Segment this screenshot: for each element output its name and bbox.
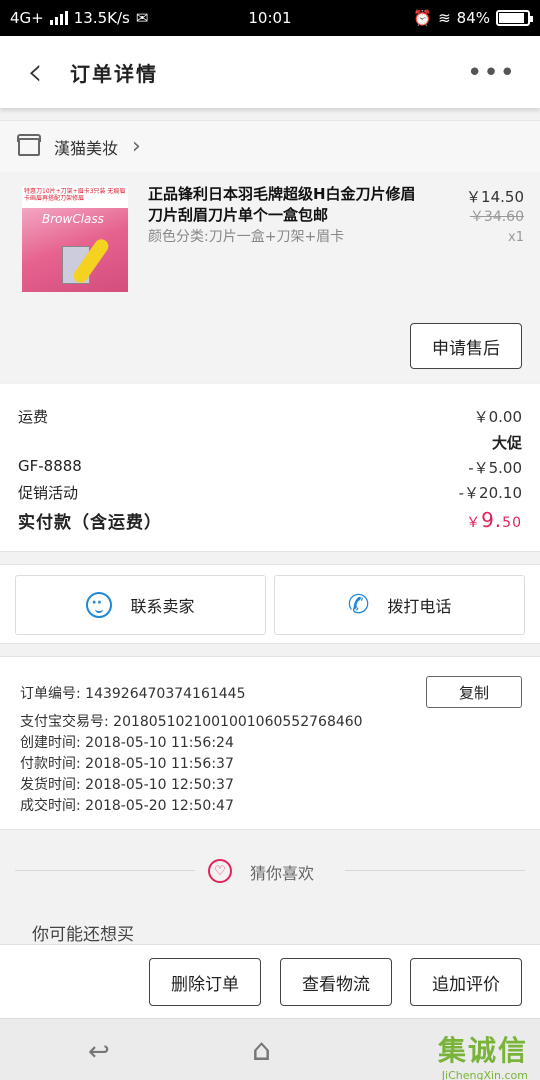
contact-seller-label: 联系卖家 — [130, 597, 195, 616]
system-nav-bar: ↩ ⌂ 集诚信 JiChengXin.com — [0, 1018, 540, 1080]
back-button[interactable]: ‹ — [0, 36, 70, 108]
coupon-label: GF-8888 — [18, 457, 82, 475]
chevron-left-icon: ‹ — [27, 49, 43, 95]
shipping-row: 运费 ￥0.00 — [18, 406, 522, 427]
recommendations-title: 猜你喜欢 — [250, 864, 315, 883]
contact-section: 联系卖家 ✆ 拨打电话 — [0, 564, 540, 644]
shop-name: 漢猫美妆 — [54, 138, 119, 158]
watermark-text: 集诚信 — [437, 1034, 528, 1067]
watermark-logo: 集诚信 JiChengXin.com — [438, 1029, 528, 1080]
wifi-icon: ≋ — [438, 9, 451, 27]
battery-percent: 84% — [456, 9, 490, 27]
product-item[interactable]: 特惠刀10片+刀架+眉卡3只装 无痕眉卡画眉再搭配刀架修眉 BrowClass … — [0, 174, 540, 380]
notification-icon: ✉ — [135, 9, 149, 27]
product-quantity: x1 — [508, 230, 524, 245]
product-price: ￥14.50 — [466, 188, 524, 206]
phone-icon: ✆ — [347, 590, 370, 620]
contact-seller-button[interactable]: 联系卖家 — [15, 575, 266, 635]
product-thumbnail[interactable]: 特惠刀10片+刀架+眉卡3只装 无痕眉卡画眉再搭配刀架修眉 BrowClass — [22, 186, 128, 292]
activity-value: -￥20.10 — [458, 484, 522, 502]
chat-face-icon — [86, 592, 113, 618]
order-info: 订单编号: 143926470374161445 复制 支付宝交易号: 2018… — [0, 656, 540, 830]
created-time: 创建时间: 2018-05-10 11:56:24 — [20, 735, 234, 751]
recommendations-subtitle: 你可能还想买 — [32, 925, 134, 945]
shipped-time: 发货时间: 2018-05-10 12:50:37 — [20, 777, 234, 793]
completed-time: 成交时间: 2018-05-20 12:50:47 — [20, 798, 234, 814]
clock: 10:01 — [248, 9, 292, 27]
call-phone-button[interactable]: ✆ 拨打电话 — [274, 575, 525, 635]
total-value: ￥9.50 — [466, 508, 522, 533]
total-int: 9. — [481, 508, 503, 532]
after-sale-button[interactable]: 申请售后 — [410, 323, 522, 369]
divider-right — [345, 870, 525, 871]
alipay-transaction-number: 支付宝交易号: 2018051021001001060552768460 — [20, 714, 363, 730]
view-logistics-button[interactable]: 查看物流 — [280, 958, 392, 1006]
paid-time: 付款时间: 2018-05-10 11:56:37 — [20, 756, 234, 772]
divider-left — [15, 870, 195, 871]
total-row: 实付款（含运费） ￥9.50 — [18, 508, 522, 533]
thumbnail-banner: 特惠刀10片+刀架+眉卡3只装 无痕眉卡画眉再搭配刀架修眉 — [22, 186, 128, 208]
activity-label: 促销活动 — [18, 484, 79, 502]
recommendations-section: ♡ 猜你喜欢 你可能还想买 — [0, 832, 540, 945]
order-actions-bar: 删除订单 查看物流 追加评价 — [0, 944, 540, 1018]
signal-icon — [49, 11, 68, 25]
heart-icon: ♡ — [208, 859, 232, 883]
battery-icon — [496, 10, 533, 26]
product-variant: 颜色分类:刀片一盒+刀架+眉卡 — [148, 229, 345, 245]
shipping-value: ￥0.00 — [473, 408, 522, 426]
order-number: 订单编号: 143926470374161445 — [20, 686, 246, 702]
total-label: 实付款（含运费） — [18, 513, 162, 533]
total-currency: ￥ — [466, 515, 482, 531]
thumbnail-brand: BrowClass — [42, 212, 104, 226]
promo-title-row: 大促 — [18, 432, 522, 453]
product-original-price: ￥34.60 — [469, 209, 524, 225]
store-icon — [17, 133, 41, 156]
network-speed: 13.5K/s — [73, 9, 130, 27]
network-type: 4G+ — [10, 9, 44, 27]
nav-back-icon[interactable]: ↩ — [88, 1037, 110, 1067]
fee-summary: 运费 ￥0.00 大促 GF-8888 -￥5.00 促销活动 -￥20.10 … — [0, 384, 540, 552]
activity-row: 促销活动 -￥20.10 — [18, 482, 522, 503]
shop-row[interactable]: 漢猫美妆 › — [0, 120, 540, 172]
more-menu-button[interactable]: ••• — [467, 58, 516, 88]
status-bar: 4G+ 13.5K/s ✉ 10:01 ⏰ ≋ 84% — [0, 0, 540, 36]
promo-title: 大促 — [491, 434, 522, 452]
coupon-row: GF-8888 -￥5.00 — [18, 457, 522, 478]
page-title: 订单详情 — [70, 61, 158, 86]
watermark-domain: JiChengXin.com — [441, 1069, 528, 1080]
coupon-value: -￥5.00 — [468, 459, 522, 477]
chevron-right-icon: › — [132, 134, 141, 159]
total-dec: 50 — [502, 515, 522, 531]
nav-home-icon[interactable]: ⌂ — [252, 1033, 271, 1068]
call-phone-label: 拨打电话 — [387, 597, 452, 616]
copy-button[interactable]: 复制 — [426, 676, 522, 708]
app-header: ‹ 订单详情 ••• — [0, 36, 540, 108]
delete-order-button[interactable]: 删除订单 — [149, 958, 261, 1006]
shipping-label: 运费 — [18, 408, 49, 426]
alarm-icon: ⏰ — [413, 9, 433, 27]
product-title: 正品锋利日本羽毛牌超级H白金刀片修眉刀片刮眉刀片单个一盒包邮 — [148, 185, 416, 224]
add-review-button[interactable]: 追加评价 — [410, 958, 522, 1006]
more-dots-icon: ••• — [466, 58, 516, 88]
